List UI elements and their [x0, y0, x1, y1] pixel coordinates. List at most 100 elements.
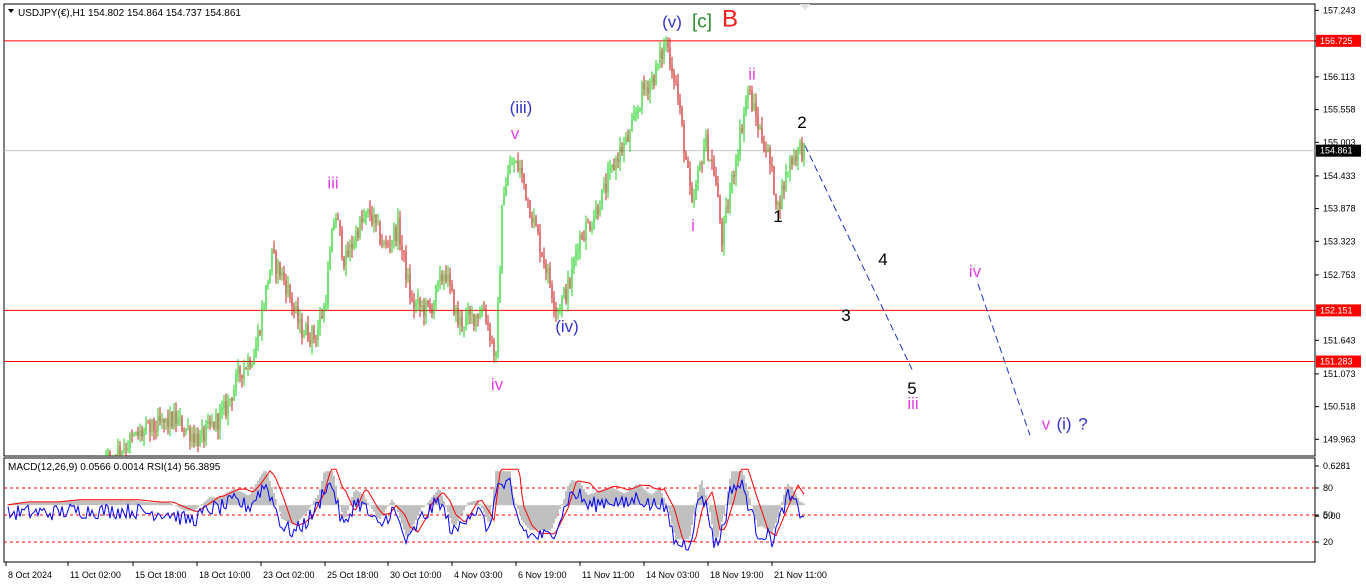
macd-histogram-bar — [387, 505, 389, 507]
y-tick-label: 151.073 — [1323, 369, 1356, 379]
macd-histogram-bar — [175, 505, 177, 507]
candle-body — [635, 113, 637, 116]
macd-histogram-bar — [561, 504, 563, 506]
candle-body — [649, 82, 651, 94]
candle-body — [277, 262, 279, 274]
current-price-label: 154.861 — [1320, 146, 1353, 156]
wave-label[interactable]: (iv) — [555, 317, 579, 336]
candle-body — [469, 311, 471, 315]
macd-histogram-bar — [219, 496, 221, 506]
macd-histogram-bar — [381, 505, 383, 516]
candle-body — [719, 196, 721, 222]
candle-body — [645, 87, 647, 90]
candle-body — [385, 241, 387, 245]
macd-histogram-bar — [449, 505, 451, 519]
candle-body — [331, 229, 333, 253]
macd-histogram-bar — [553, 505, 555, 524]
candle-body — [567, 279, 569, 302]
indicator-panel[interactable]: 0.628180500.0020MACD(12,26,9) 0.0566 0.0… — [3, 457, 1351, 563]
wave-label[interactable]: iv — [969, 262, 982, 281]
wave-label[interactable]: (i) — [1056, 414, 1071, 433]
wave-label[interactable]: v — [511, 124, 520, 143]
wave-label[interactable]: (iii) — [510, 98, 533, 117]
x-tick-label: 11 Nov 11:00 — [582, 570, 634, 580]
candle-body — [503, 195, 505, 206]
macd-histogram-bar — [559, 505, 561, 509]
wave-label[interactable]: i — [691, 216, 695, 235]
macd-histogram-bar — [773, 505, 775, 529]
macd-histogram-bar — [541, 505, 543, 531]
macd-histogram-bar — [801, 502, 803, 506]
candle-body — [141, 430, 143, 437]
macd-histogram-bar — [295, 505, 297, 524]
candle-body — [557, 310, 559, 312]
candle-body — [319, 316, 321, 328]
candle-body — [199, 434, 201, 447]
candle-body — [713, 162, 715, 176]
wave-label[interactable]: v — [1042, 414, 1051, 433]
macd-histogram-bar — [177, 505, 179, 508]
macd-histogram-bar — [525, 505, 527, 526]
wave-label[interactable]: 1 — [773, 207, 782, 226]
macd-histogram-bar — [641, 486, 643, 506]
wave-label[interactable]: 4 — [878, 250, 887, 269]
candle-body — [343, 257, 345, 267]
wave-label[interactable]: ? — [1078, 414, 1087, 433]
macd-histogram-bar — [443, 501, 445, 506]
macd-histogram-bar — [421, 505, 423, 508]
candle-body — [153, 419, 155, 431]
macd-histogram-bar — [427, 502, 429, 506]
wave-label[interactable]: (v) — [662, 13, 682, 32]
candle-body — [755, 103, 757, 117]
wave-label[interactable]: iii — [327, 173, 338, 192]
price-chart[interactable]: 157.243156.725156.113155.558155.003154.4… — [0, 0, 1366, 588]
macd-histogram-bar — [515, 503, 517, 506]
candle-body — [399, 217, 401, 246]
candle-body — [489, 325, 491, 341]
candle-body — [169, 412, 171, 427]
candle-body — [273, 249, 275, 253]
macd-histogram-bar — [611, 487, 613, 506]
wave-label[interactable]: iv — [491, 375, 504, 394]
candle-body — [561, 297, 563, 311]
candle-body — [447, 273, 449, 282]
wave-label[interactable]: iii — [907, 394, 918, 413]
macd-histogram-bar — [31, 502, 33, 506]
candle-body — [163, 419, 165, 423]
candle-body — [501, 205, 503, 272]
candle-body — [335, 218, 337, 223]
macd-histogram-bar — [133, 500, 135, 506]
macd-histogram-bar — [521, 505, 523, 521]
candle-body — [301, 319, 303, 338]
wave-label[interactable]: [c] — [692, 12, 712, 33]
candle-body — [287, 285, 289, 294]
wave-label[interactable]: ii — [748, 64, 756, 83]
candle-body — [275, 252, 277, 274]
candle-body — [591, 227, 593, 230]
macd-histogram-bar — [303, 505, 305, 516]
macd-histogram-bar — [163, 502, 165, 506]
main-price-panel[interactable]: 157.243156.725156.113155.558155.003154.4… — [3, 3, 1361, 529]
candle-body — [427, 300, 429, 305]
macd-histogram-bar — [255, 484, 257, 506]
wave-label[interactable]: 3 — [841, 306, 850, 325]
candle-body — [463, 326, 465, 328]
candle-body — [803, 142, 805, 160]
macd-histogram-bar — [417, 505, 419, 516]
macd-histogram-bar — [693, 505, 695, 515]
wave-label[interactable]: 2 — [797, 113, 806, 132]
candle-body — [579, 235, 581, 250]
candle-body — [127, 448, 129, 450]
candle-body — [133, 434, 135, 436]
candle-body — [659, 50, 661, 64]
candle-body — [213, 421, 215, 429]
macd-histogram-bar — [341, 505, 343, 513]
candle-body — [349, 243, 351, 257]
macd-histogram-bar — [201, 504, 203, 506]
candle-body — [471, 313, 473, 315]
wave-label[interactable]: B — [722, 5, 738, 32]
candle-body — [477, 314, 479, 319]
macd-histogram-bar — [587, 494, 589, 506]
macd-histogram-bar — [469, 502, 471, 506]
candle-body — [499, 271, 501, 303]
